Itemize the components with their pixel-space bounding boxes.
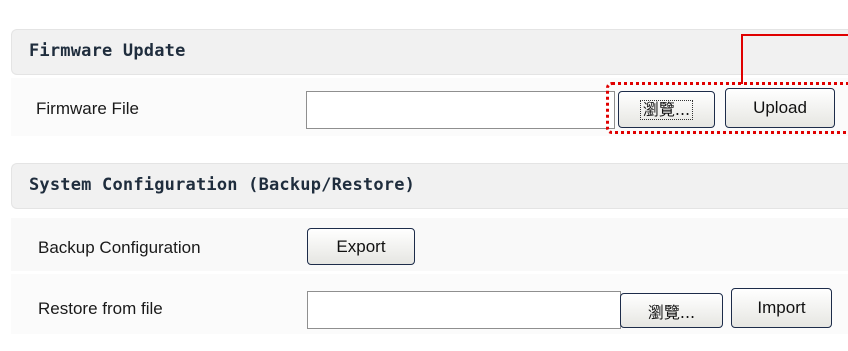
restore-file-label: Restore from file <box>38 299 163 318</box>
firmware-update-header: Firmware Update <box>11 29 848 75</box>
firmware-settings-page: Firmware Update Firmware File 瀏覽... Uplo… <box>0 0 848 351</box>
callout-line-vertical <box>741 34 743 84</box>
firmware-file-input[interactable] <box>306 91 615 129</box>
system-configuration-title: System Configuration (Backup/Restore) <box>29 175 416 195</box>
backup-configuration-row: Backup Configuration Export <box>11 218 848 271</box>
restore-browse-button[interactable]: 瀏覽... <box>620 293 723 328</box>
top-spacer <box>0 0 848 10</box>
firmware-update-title: Firmware Update <box>29 41 186 61</box>
backup-configuration-label: Backup Configuration <box>38 238 201 257</box>
import-button[interactable]: Import <box>731 288 832 328</box>
callout-line-horizontal <box>741 34 848 36</box>
system-configuration-header: System Configuration (Backup/Restore) <box>11 163 848 209</box>
firmware-file-label: Firmware File <box>36 99 139 118</box>
restore-file-row: Restore from file 瀏覽... Import <box>11 274 848 334</box>
restore-file-input[interactable] <box>307 291 621 329</box>
export-button[interactable]: Export <box>307 228 415 265</box>
browse-upload-highlight <box>606 82 848 134</box>
